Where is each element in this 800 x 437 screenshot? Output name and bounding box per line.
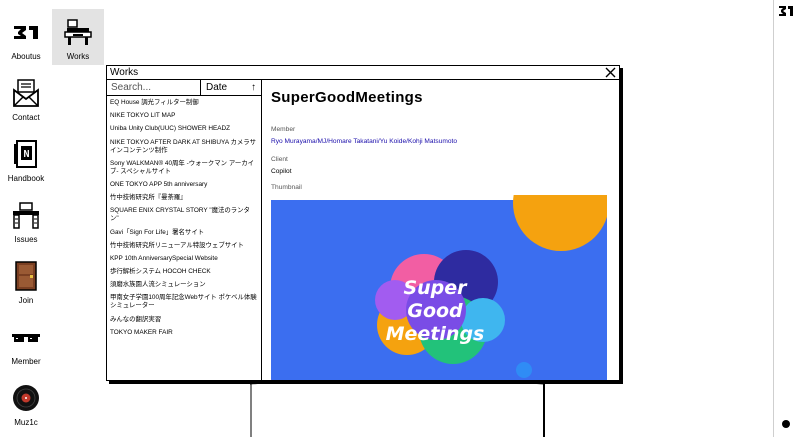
list-item[interactable]: 甲南女子学園100周年記念Webサイト ポケベル体験シミュレーター <box>107 294 261 310</box>
work-title: SuperGoodMeetings <box>271 89 423 106</box>
desktop-icon-handbook[interactable]: N Handbook <box>0 131 52 187</box>
list-item[interactable]: TOKYO MAKER FAIR <box>107 329 261 337</box>
desktop-icon-aboutus[interactable]: Aboutus <box>0 9 52 65</box>
sort-date-button[interactable]: Date ↑ <box>202 80 261 95</box>
list-item[interactable]: 竹中技術研究所リニューアル特設ウェブサイト <box>107 242 261 250</box>
thumbnail-text-line1: Super <box>403 277 468 299</box>
client-label: Client <box>271 156 288 163</box>
works-list-pane: Date ↑ EQ House 調光フィルター制御 NIKE TOKYO LIT… <box>107 80 262 380</box>
list-item[interactable]: Gavi「Sign For Life」署名サイト <box>107 229 261 237</box>
client-value: Copilot <box>271 168 292 175</box>
desk-computer-icon <box>64 19 92 45</box>
list-item[interactable]: NIKE TOKYO LIT MAP <box>107 112 261 120</box>
search-input[interactable] <box>107 80 201 95</box>
list-item[interactable]: Uniba Unity Club(UUC) SHOWER HEADZ <box>107 125 261 133</box>
list-header: Date ↑ <box>107 80 261 96</box>
thumbnail-text-line2: Good <box>407 300 463 322</box>
logo-31-icon <box>14 26 38 39</box>
list-item[interactable]: NIKE TOKYO AFTER DARK AT SHIBUYA カメラサインコ… <box>107 139 261 155</box>
works-window[interactable]: Works Date ↑ EQ House 調光フィルター制御 NIKE TOK… <box>106 65 620 381</box>
thumbnail-image: Super Good Meetings <box>271 195 607 380</box>
desktop-icon-label: Member <box>11 357 41 366</box>
desktop-icon-issues[interactable]: Issues <box>0 192 52 248</box>
members-value: Ryo Murayama/MJ/Homare Takatani/Yu Koide… <box>271 138 457 145</box>
logo-31-icon <box>779 6 793 16</box>
members-link[interactable]: Ryo Murayama/MJ/Homare Takatani/Yu Koide… <box>271 138 457 145</box>
list-item[interactable]: EQ House 調光フィルター制御 <box>107 99 261 107</box>
desktop-icon-label: Contact <box>12 113 40 122</box>
mail-envelope-icon <box>13 79 39 107</box>
door-icon <box>15 261 37 291</box>
sort-arrow-up-icon: ↑ <box>251 82 256 93</box>
desktop-icon-label: Muz1c <box>14 418 38 427</box>
thumbnail-label: Thumbnail <box>271 184 302 191</box>
desk-issues-icon <box>13 202 39 229</box>
desktop-icon-label: Handbook <box>7 174 45 183</box>
desktop-icon-label: Issues <box>14 235 38 244</box>
list-item[interactable]: みんなの翻訳実習 <box>107 316 261 324</box>
list-item[interactable]: Sony WALKMAN® 40周年 -ウォークマン アーカイブ- スペシャルサ… <box>107 160 261 176</box>
window-titlebar[interactable]: Works <box>107 66 619 80</box>
handbook-icon: N <box>14 140 37 168</box>
list-item[interactable]: 歩行解析システム HOCOH CHECK <box>107 268 261 276</box>
list-item[interactable]: 竹中技術研究所『曼荼羅』 <box>107 194 261 202</box>
close-icon[interactable] <box>605 67 616 78</box>
list-item[interactable]: ONE TOKYO APP 5th anniversary <box>107 181 261 189</box>
desktop-icon-label: Join <box>18 296 34 305</box>
list-item[interactable]: KPP 10th AnniversarySpecial Website <box>107 255 261 263</box>
work-detail-pane: SuperGoodMeetings Member Ryo Murayama/MJ… <box>262 80 619 380</box>
vinyl-record-icon <box>13 385 39 411</box>
status-dot[interactable] <box>782 420 790 428</box>
desktop-icon-label: Aboutus <box>11 52 41 61</box>
sort-label: Date <box>206 82 228 93</box>
desktop-icon-works[interactable]: Works <box>52 9 104 65</box>
works-list: EQ House 調光フィルター制御 NIKE TOKYO LIT MAP Un… <box>107 99 261 337</box>
desktop-icon-member[interactable]: Member <box>0 314 52 370</box>
desktop-icon-join[interactable]: Join <box>0 253 52 309</box>
right-sidebar <box>773 0 800 437</box>
list-item[interactable]: SQUARE ENIX CRYSTAL STORY "魔法のランタン" <box>107 207 261 223</box>
desktop-icon-contact[interactable]: Contact <box>0 70 52 126</box>
thumbnail-text-line3: Meetings <box>386 323 485 345</box>
desktop-icon-muz1c[interactable]: Muz1c <box>0 375 52 431</box>
svg-text:N: N <box>23 149 29 160</box>
sunglasses-icon <box>12 334 40 342</box>
member-label: Member <box>271 126 296 133</box>
list-item[interactable]: 須磨水族園人流シミュレーション <box>107 281 261 289</box>
desktop-icon-label: Works <box>66 52 90 61</box>
window-title: Works <box>110 67 139 78</box>
